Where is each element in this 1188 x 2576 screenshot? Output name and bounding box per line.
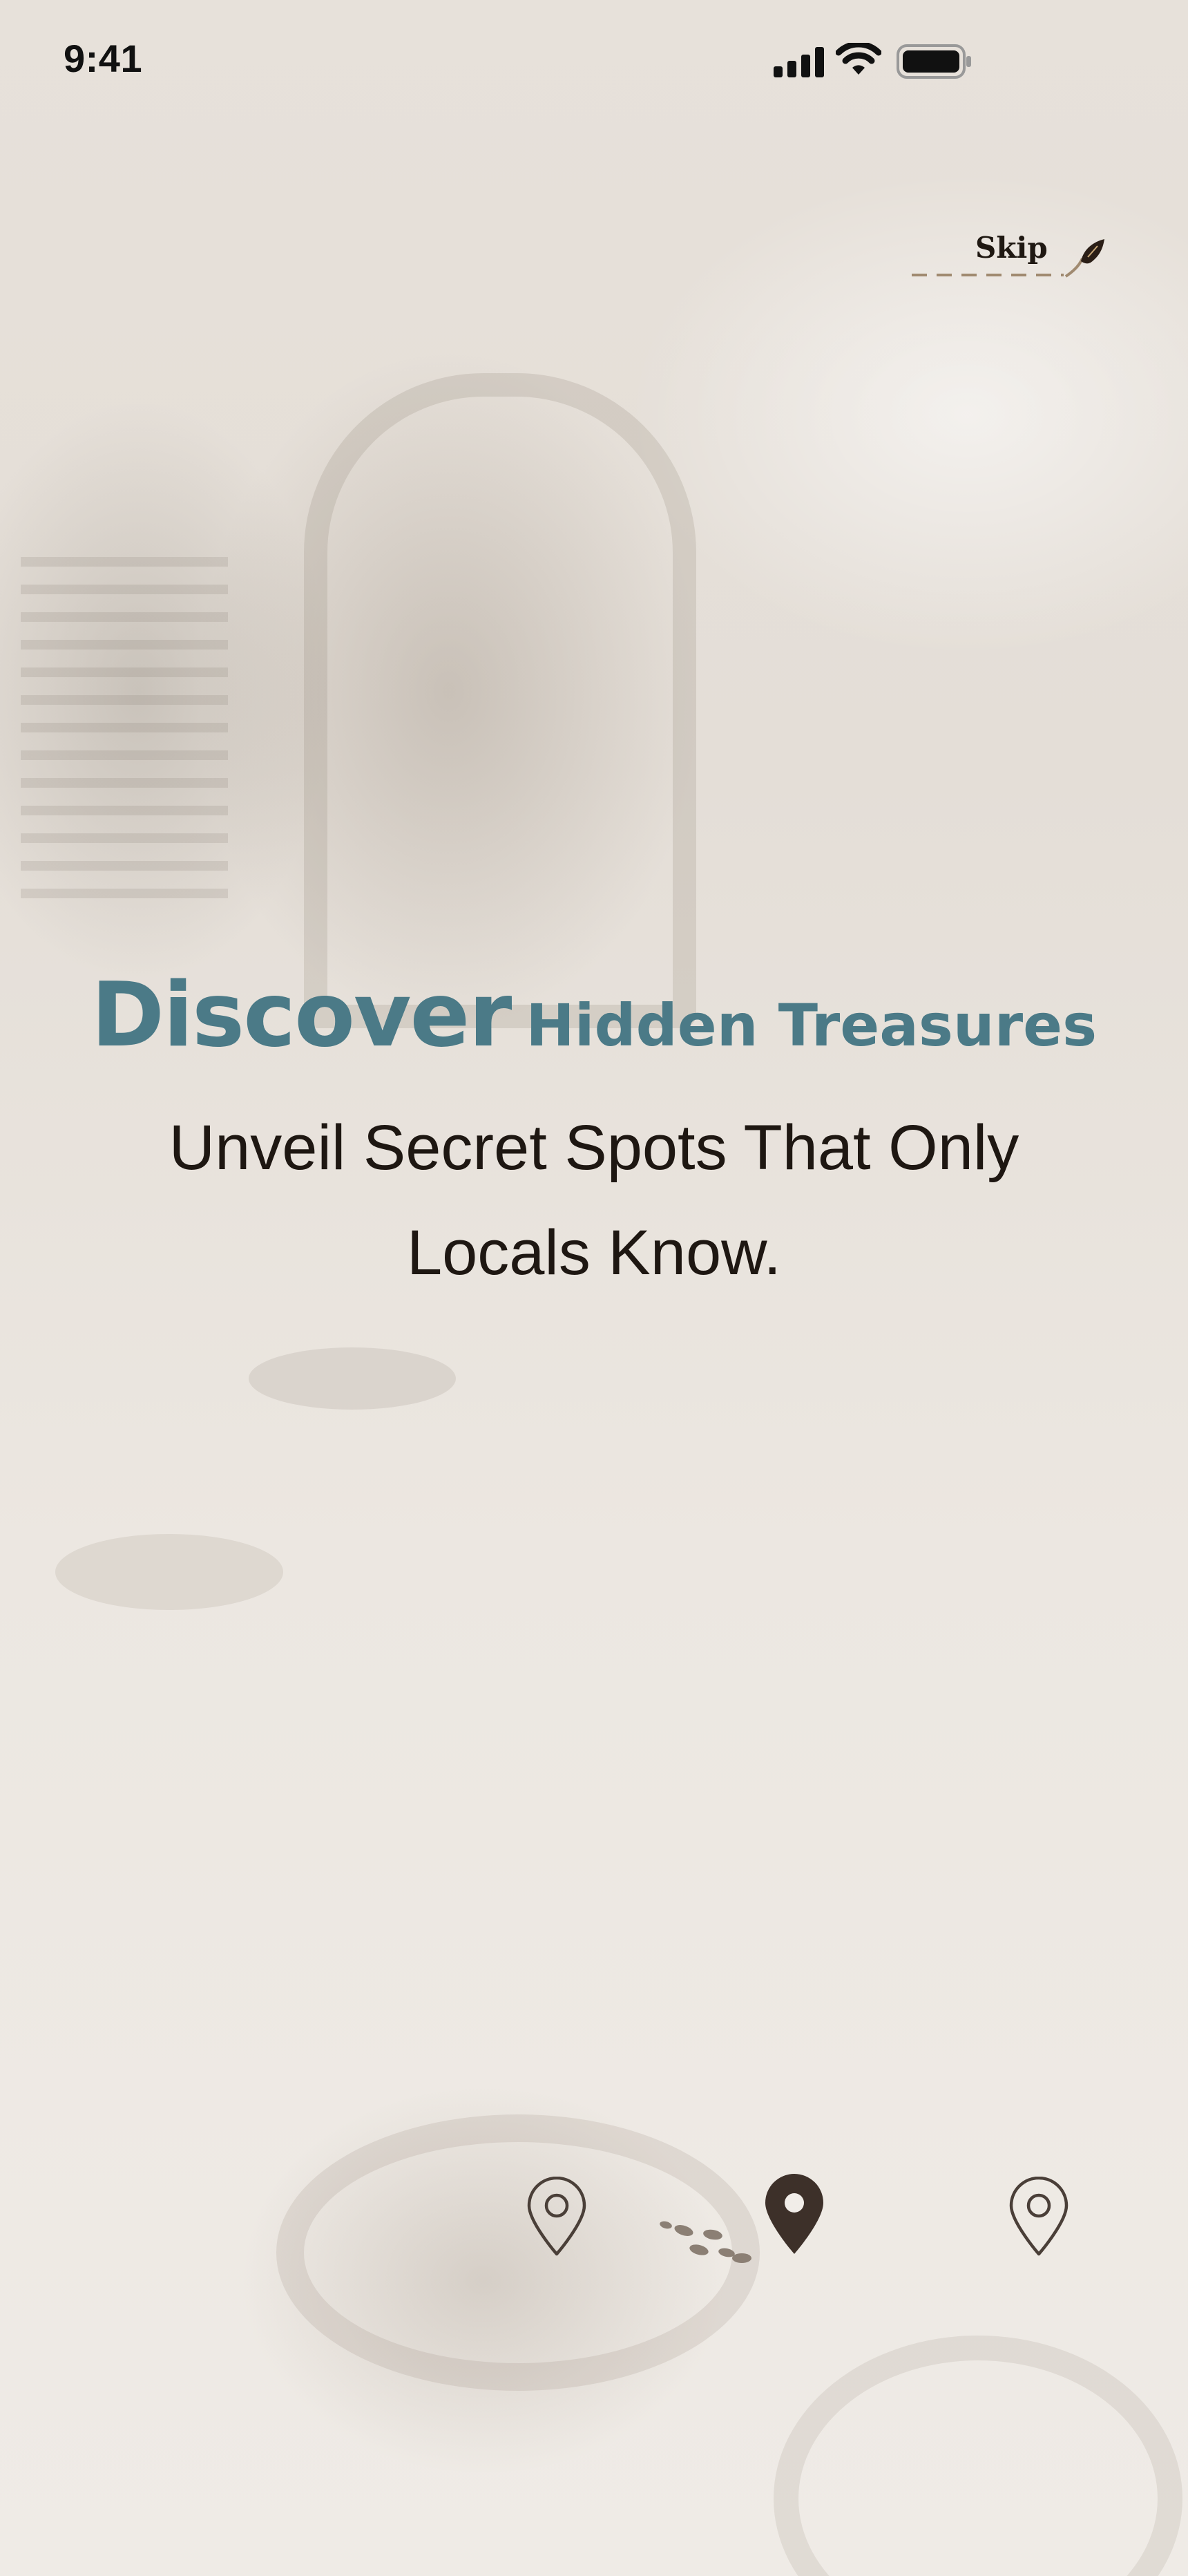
onboarding-screen: 9:41 Skip Discover Hidden Treasures Unve… xyxy=(0,0,1188,2576)
background-chair-decoration xyxy=(774,2336,1182,2576)
subheadline: Unveil Secret Spots That Only Locals Kno… xyxy=(169,1112,1019,1288)
footsteps-icon xyxy=(660,2221,751,2263)
wifi-icon xyxy=(836,43,881,75)
map-pin-outline-icon[interactable] xyxy=(1004,2177,1073,2258)
battery-icon xyxy=(897,44,971,79)
map-pin-filled-icon[interactable] xyxy=(761,2171,827,2257)
skip-button[interactable]: Skip xyxy=(905,228,1112,283)
signal-icon xyxy=(774,47,824,77)
background-arch-decoration xyxy=(304,373,696,1028)
headline-big: Discover xyxy=(90,964,512,1067)
feather-icon xyxy=(1064,239,1104,278)
page-indicator xyxy=(0,2163,1188,2273)
dashed-trail-decoration xyxy=(912,274,1064,276)
skip-label: Skip xyxy=(975,231,1048,265)
status-bar: 9:41 xyxy=(0,0,1188,124)
background-table-decoration xyxy=(55,1534,283,1610)
status-time: 9:41 xyxy=(64,37,143,80)
background-table-decoration xyxy=(249,1347,456,1410)
headline: Discover Hidden Treasures xyxy=(0,964,1188,1067)
background-window-decoration xyxy=(21,539,228,898)
map-pin-outline-icon[interactable] xyxy=(522,2177,591,2258)
headline-small: Hidden Treasures xyxy=(526,992,1098,1059)
